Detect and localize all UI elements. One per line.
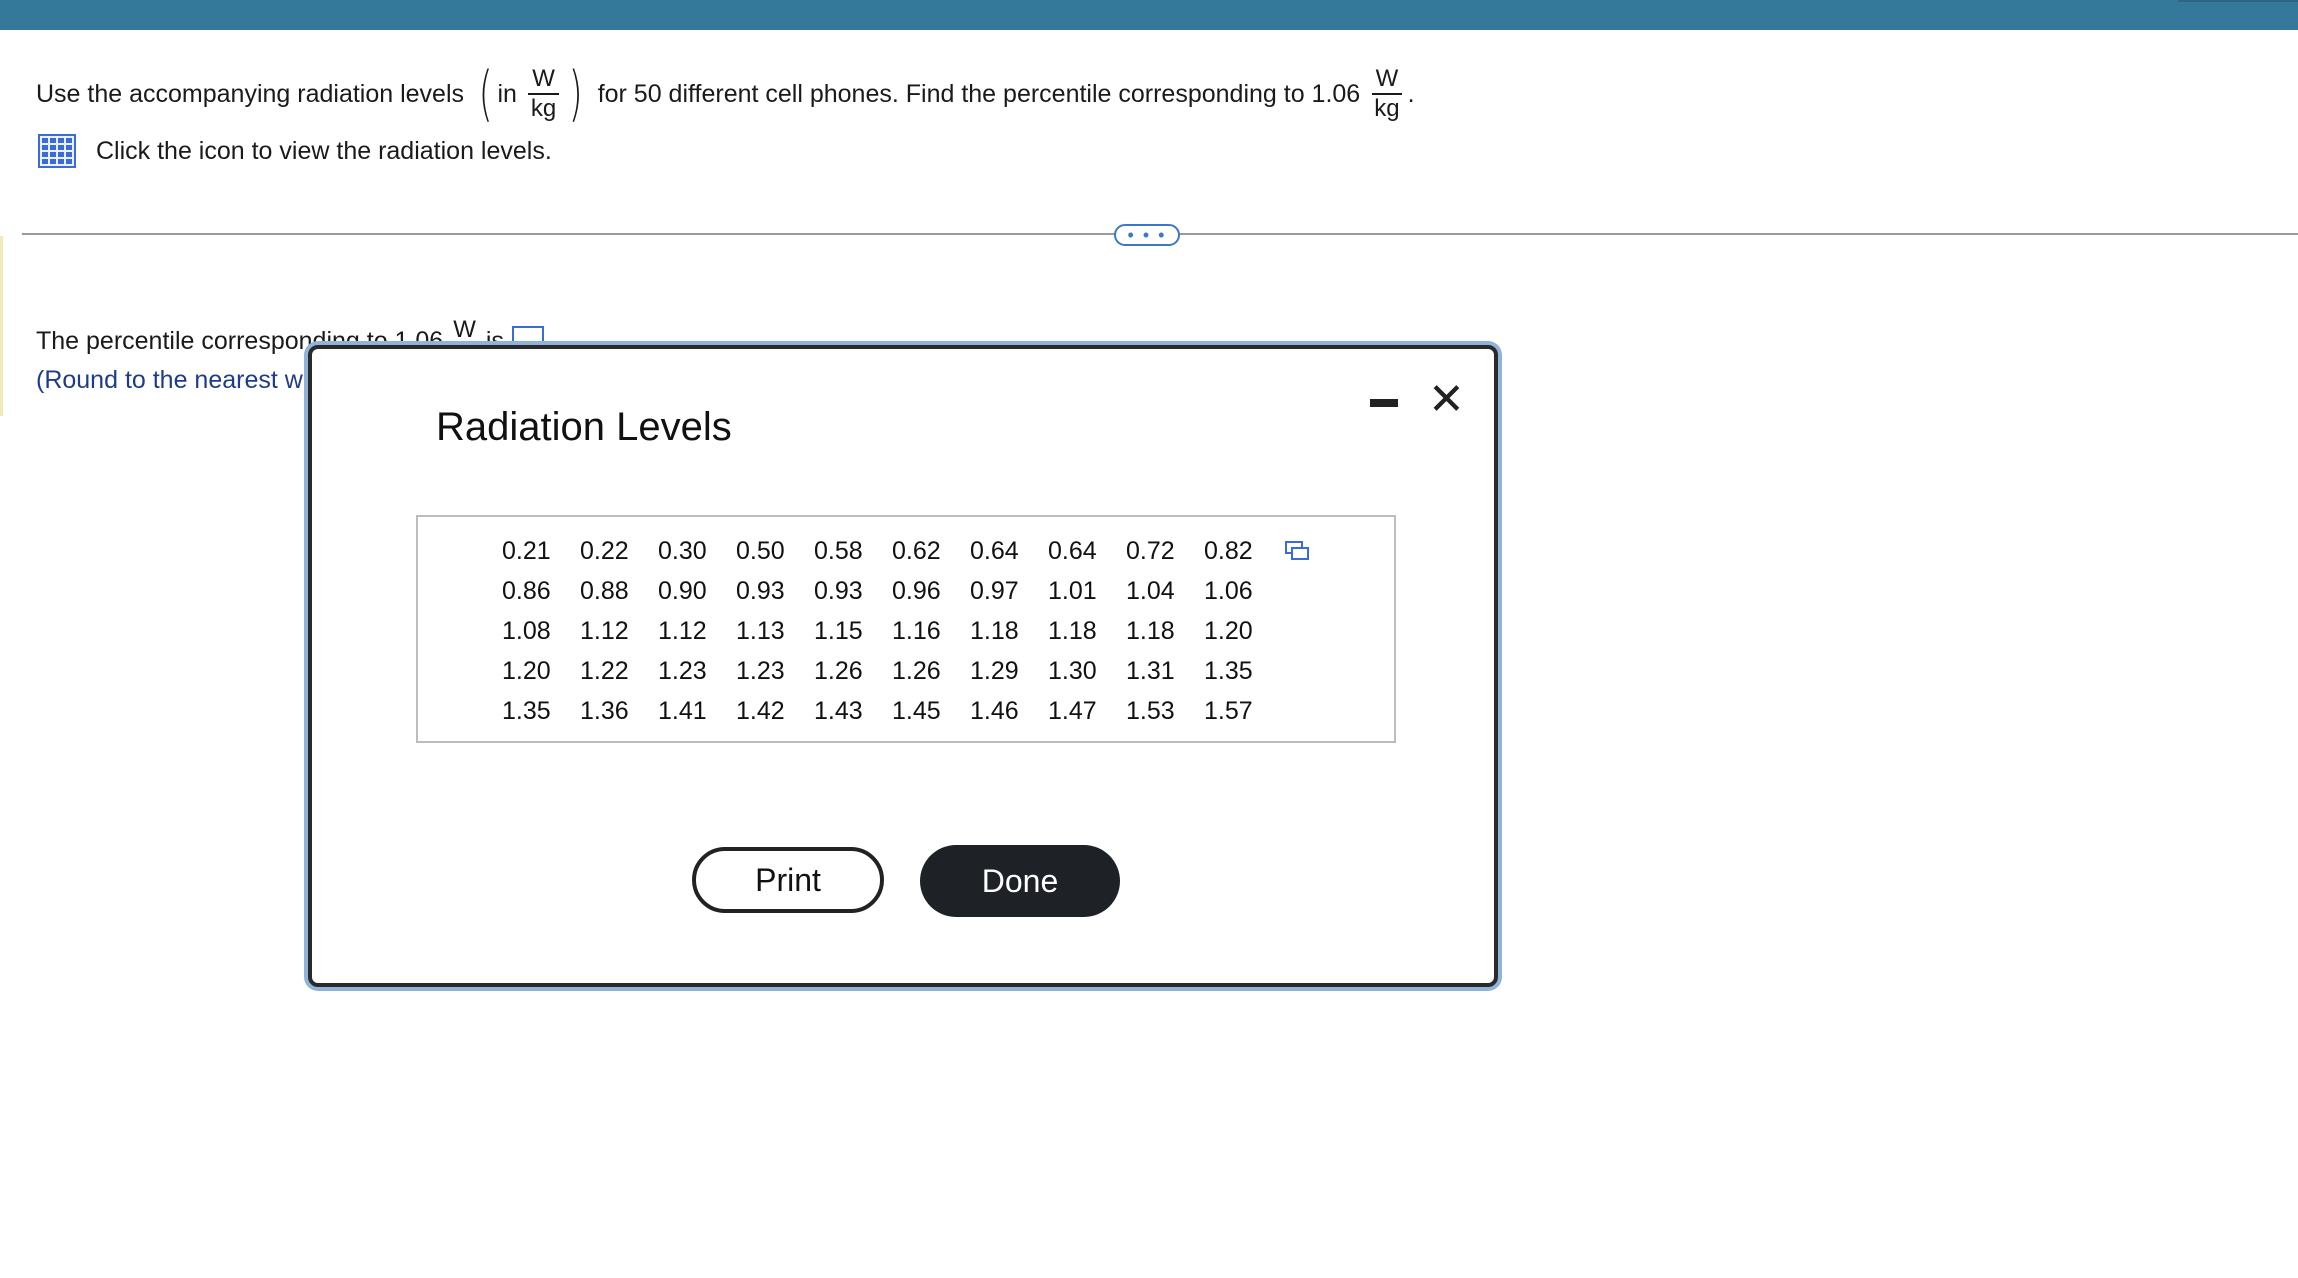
table-cell: 1.43	[814, 696, 863, 725]
table-cell: 1.35	[1204, 656, 1253, 685]
question-prefix: Use the accompanying radiation levels	[36, 80, 465, 108]
radiation-data-table: 0.21 0.22 0.30 0.50 0.58 0.62 0.64 0.64 0.72 0.82…	[502, 531, 1282, 731]
unit-fraction-2: W kg	[1370, 65, 1403, 123]
rounding-instruction: (Round to the nearest w	[36, 366, 303, 394]
table-cell: 1.08	[502, 616, 551, 645]
question-middle: for 50 different cell phones. Find the p…	[597, 80, 1361, 108]
table-cell: 0.90	[658, 576, 707, 605]
table-cell: 1.12	[658, 616, 707, 645]
data-table-container: 0.21 0.22 0.30 0.50 0.58 0.62 0.64 0.64 0.72 0.82…	[416, 515, 1396, 743]
table-cell: 1.42	[736, 696, 785, 725]
table-row: 1.35 1.36 1.41 1.42 1.43 1.45 1.46 1.47 1.53 1.57	[502, 691, 1282, 731]
table-cell: 0.30	[658, 536, 707, 565]
table-cell: 0.62	[892, 536, 941, 565]
table-cell: 1.23	[736, 656, 785, 685]
table-cell: 1.22	[580, 656, 629, 685]
table-cell: 1.16	[892, 616, 941, 645]
table-cell: 1.26	[814, 656, 863, 685]
view-data-link[interactable]: Click the icon to view the radiation lev…	[38, 134, 552, 168]
table-cell: 1.12	[580, 616, 629, 645]
table-cell: 1.31	[1126, 656, 1175, 685]
header-accent	[2178, 0, 2298, 2]
table-cell: 0.22	[580, 536, 629, 565]
table-cell: 0.50	[736, 536, 785, 565]
table-cell: 0.97	[970, 576, 1019, 605]
table-row: 0.86 0.88 0.90 0.93 0.93 0.96 0.97 1.01 1.04 1.06	[502, 571, 1282, 611]
answer-unit-numerator: W	[449, 316, 480, 346]
question-text: Use the accompanying radiation levels ( …	[36, 55, 1415, 133]
right-paren: )	[568, 59, 584, 129]
table-grid-icon[interactable]	[38, 134, 76, 168]
view-data-text: Click the icon to view the radiation lev…	[96, 136, 552, 165]
table-row: 1.20 1.22 1.23 1.23 1.26 1.26 1.29 1.30 1.31 1.35	[502, 651, 1282, 691]
table-cell: 1.06	[1204, 576, 1253, 605]
table-cell: 1.18	[1048, 616, 1097, 645]
top-header-bar	[0, 0, 2298, 30]
table-cell: 0.93	[814, 576, 863, 605]
table-cell: 1.23	[658, 656, 707, 685]
table-cell: 0.72	[1126, 536, 1175, 565]
minimize-icon[interactable]	[1370, 399, 1398, 407]
table-cell: 1.47	[1048, 696, 1097, 725]
table-cell: 0.64	[1048, 536, 1097, 565]
table-cell: 1.36	[580, 696, 629, 725]
table-cell: 0.82	[1204, 536, 1253, 565]
unit2-numerator: W	[1371, 65, 1403, 95]
table-cell: 0.21	[502, 536, 551, 565]
close-icon[interactable]: ✕	[1428, 375, 1465, 425]
table-cell: 1.18	[970, 616, 1019, 645]
table-cell: 1.04	[1126, 576, 1175, 605]
answer-area-edge	[0, 236, 3, 416]
table-cell: 1.13	[736, 616, 785, 645]
table-row: 0.21 0.22 0.30 0.50 0.58 0.62 0.64 0.64 0.72 0.82	[502, 531, 1282, 571]
table-cell: 1.41	[658, 696, 707, 725]
table-cell: 1.45	[892, 696, 941, 725]
unit-parenthetical: ( in W kg )	[474, 55, 588, 133]
table-cell: 1.20	[502, 656, 551, 685]
table-cell: 1.30	[1048, 656, 1097, 685]
table-cell: 1.01	[1048, 576, 1097, 605]
unit-in-word: in	[497, 80, 517, 108]
table-cell: 1.53	[1126, 696, 1175, 725]
table-cell: 1.29	[970, 656, 1019, 685]
unit-denominator: kg	[530, 95, 557, 122]
table-row: 1.08 1.12 1.12 1.13 1.15 1.16 1.18 1.18 1.18 1.20	[502, 611, 1282, 651]
table-cell: 1.46	[970, 696, 1019, 725]
question-suffix: .	[1407, 80, 1415, 108]
table-cell: 0.64	[970, 536, 1019, 565]
table-cell: 0.88	[580, 576, 629, 605]
radiation-levels-dialog: Radiation Levels ✕ 0.21 0.22 0.30 0.50 0.58 0…	[308, 345, 1498, 987]
print-button[interactable]: Print	[692, 847, 884, 913]
left-paren: (	[478, 59, 493, 129]
unit2-denominator: kg	[1374, 95, 1400, 122]
table-cell: 0.93	[736, 576, 785, 605]
done-button[interactable]: Done	[920, 845, 1120, 917]
expand-more-button[interactable]: • • •	[1114, 224, 1180, 246]
unit-numerator: W	[528, 65, 559, 95]
copy-data-icon[interactable]	[1284, 539, 1310, 561]
table-cell: 1.57	[1204, 696, 1253, 725]
table-cell: 1.35	[502, 696, 551, 725]
table-cell: 0.96	[892, 576, 941, 605]
table-cell: 0.86	[502, 576, 551, 605]
dialog-title: Radiation Levels	[436, 405, 732, 449]
table-cell: 1.18	[1126, 616, 1175, 645]
table-cell: 1.20	[1204, 616, 1253, 645]
table-cell: 1.26	[892, 656, 941, 685]
table-cell: 1.15	[814, 616, 863, 645]
unit-fraction: W kg	[527, 65, 560, 123]
table-cell: 0.58	[814, 536, 863, 565]
